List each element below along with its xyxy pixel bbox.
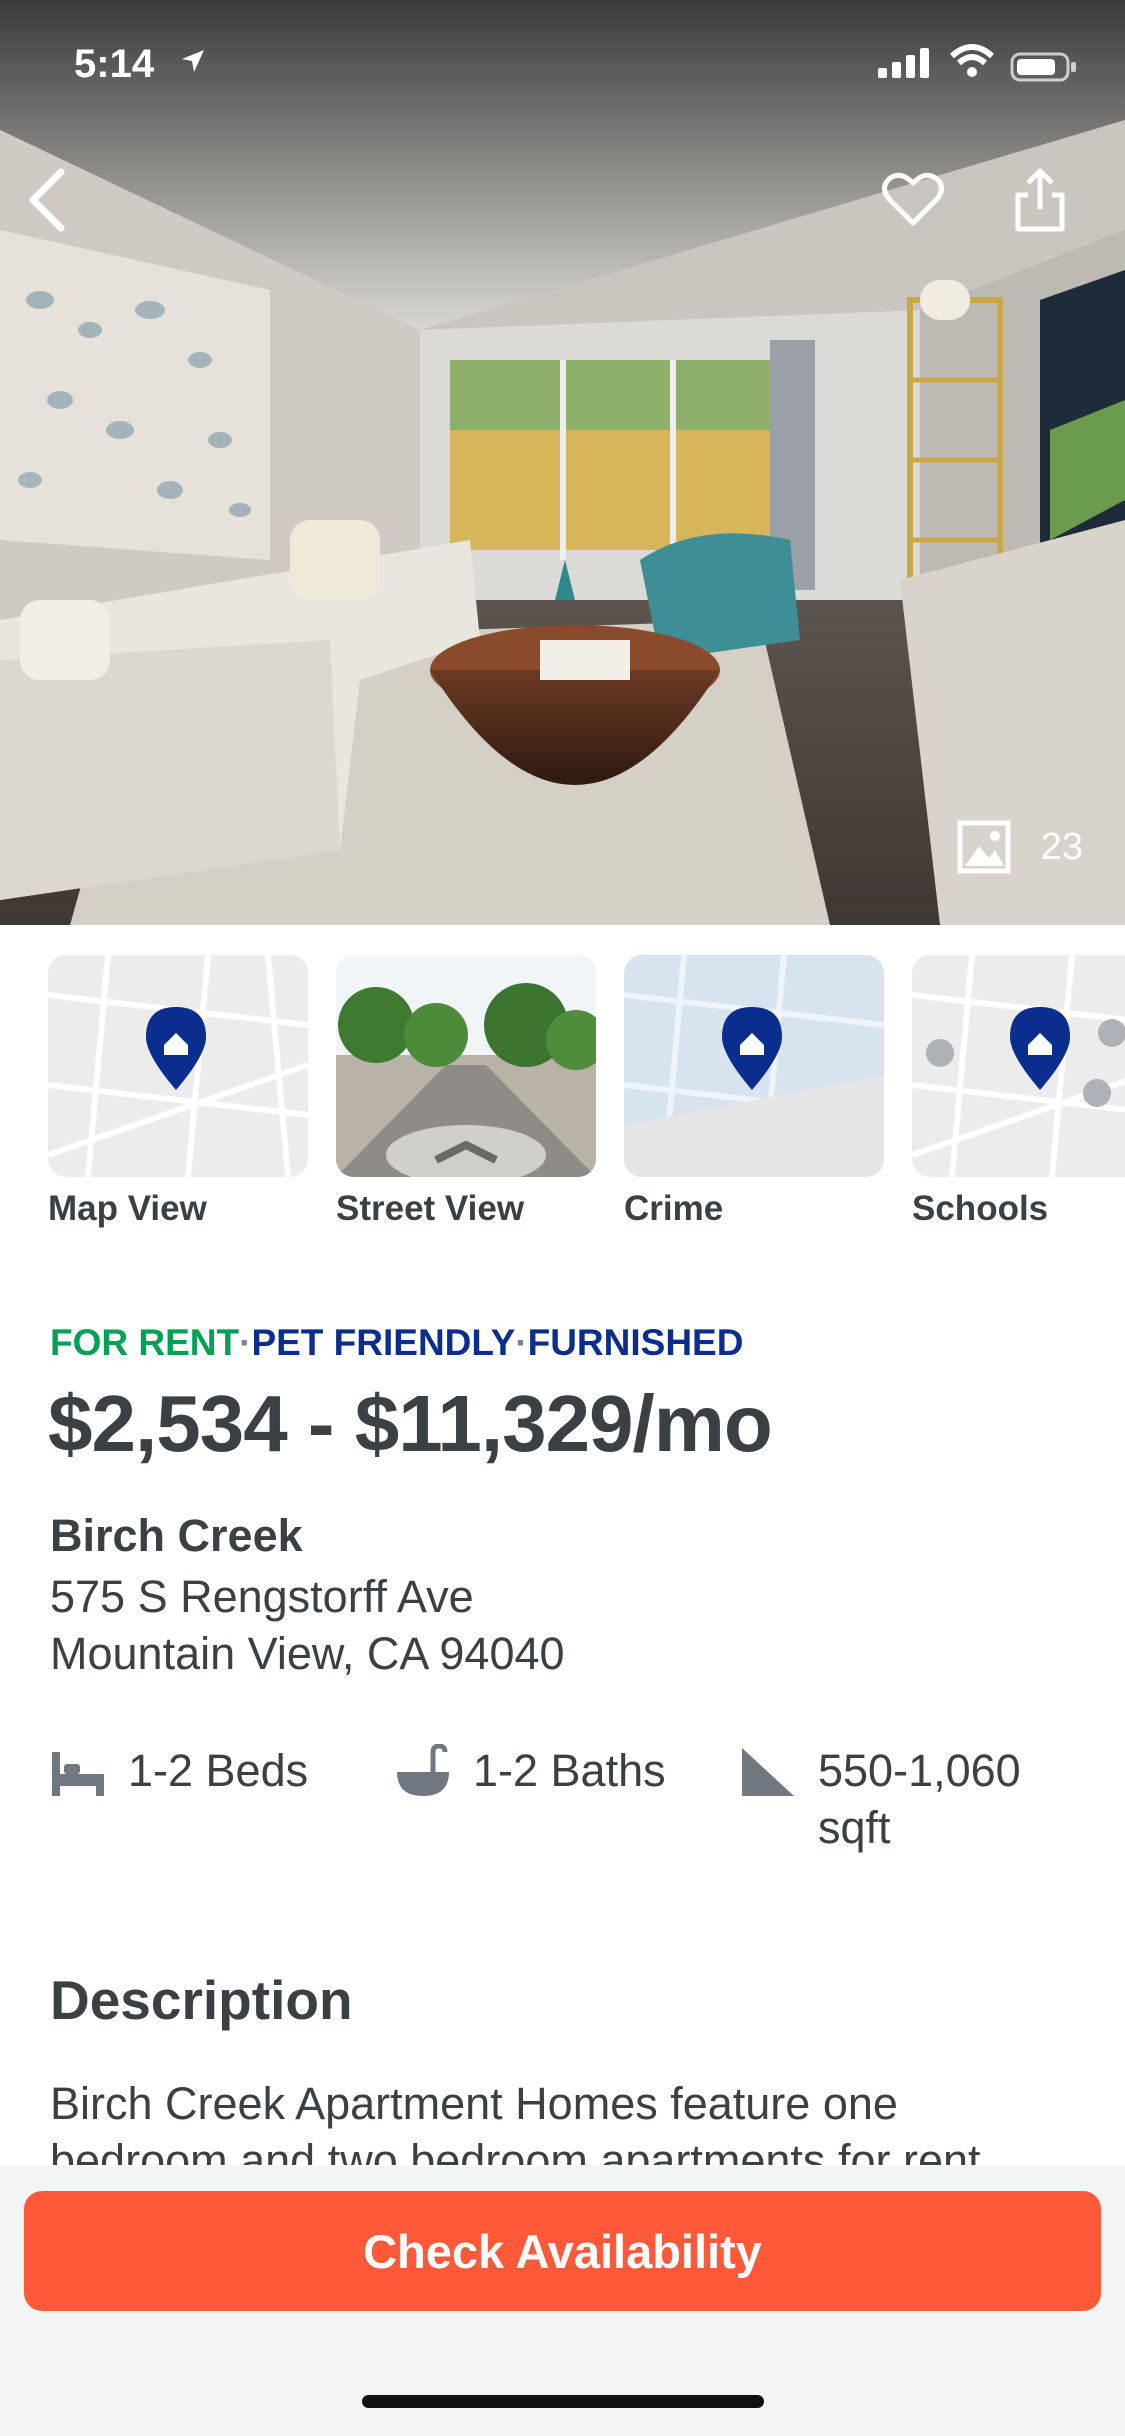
map-pin-icon [912,955,1125,1177]
map-thumbnail [48,955,308,1177]
street-view-label: Street View [336,1189,525,1228]
schools-chip[interactable]: Schools [912,955,1125,1229]
schools-label: Schools [912,1189,1049,1228]
listing-tags: FOR RENT·PET FRIENDLY·FURNISHED [50,1322,743,1364]
baths-fact: 1-2 Baths [395,1742,666,1800]
beds-value: 1-2 Beds [128,1745,309,1796]
crime-chip[interactable]: Crime [624,955,884,1229]
photo-count-badge[interactable]: 23 [957,820,1083,874]
street-photo [336,955,596,1177]
area-icon [742,1748,794,1796]
property-facts: 1-2 Beds 1-2 Baths 550-1,060 sqft [50,1742,1090,1853]
photo-count: 23 [1040,825,1083,868]
bed-icon [52,1752,104,1796]
description-heading: Description [50,1969,353,2031]
sqft-fact: 550-1,060 sqft [740,1742,1021,1856]
favorite-button[interactable] [874,160,952,238]
sqft-value: 550-1,060 sqft [818,1742,1021,1856]
map-pin-icon [624,955,884,1177]
sqft-range: 550-1,060 [818,1745,1021,1796]
status-bar: 5:14 [0,0,1125,120]
tag-for-rent: FOR RENT [50,1322,240,1363]
tag-pet-friendly: PET FRIENDLY [251,1322,516,1363]
heart-icon [882,172,944,226]
property-address: 575 S Rengstorff Ave Mountain View, CA 9… [50,1568,565,1682]
address-line-1: 575 S Rengstorff Ave [50,1571,474,1622]
map-view-label: Map View [48,1189,207,1228]
address-line-2: Mountain View, CA 94040 [50,1628,565,1679]
cellular-signal-icon [878,48,929,78]
battery-icon [1010,52,1076,82]
living-room-photo [0,0,1125,925]
photo-gallery-icon [957,820,1011,874]
tag-separator: · [515,1322,528,1363]
baths-value: 1-2 Baths [473,1745,666,1796]
tag-separator: · [239,1322,252,1363]
map-view-chip[interactable]: Map View [48,955,308,1229]
home-indicator[interactable] [362,2395,764,2408]
map-pin-icon [48,955,308,1177]
crime-label: Crime [624,1189,724,1228]
schools-map-thumbnail [912,955,1125,1177]
chevron-left-icon [29,168,65,232]
back-button[interactable] [12,160,82,240]
street-view-chip[interactable]: Street View [336,955,596,1229]
location-arrow-icon [182,50,204,72]
property-name: Birch Creek [50,1510,303,1561]
share-icon [1015,168,1065,232]
share-button[interactable] [1000,155,1080,245]
crime-map-thumbnail [624,955,884,1177]
beds-fact: 1-2 Beds [50,1742,308,1800]
price-range: $2,534 - $11,329/mo [48,1379,773,1468]
wifi-icon [950,44,994,77]
status-time: 5:14 [74,42,155,86]
bathtub-icon [397,1744,449,1796]
tag-furnished: FURNISHED [527,1322,744,1363]
quick-links-row: Map View Street View Crime Schools [0,955,1125,1245]
street-thumbnail [336,955,596,1177]
sqft-unit: sqft [818,1802,891,1853]
description-text: Birch Creek Apartment Homes feature one … [50,2078,981,2165]
check-availability-button[interactable]: Check Availability [24,2191,1101,2311]
hero-photo[interactable]: 5:14 23 [0,0,1125,925]
